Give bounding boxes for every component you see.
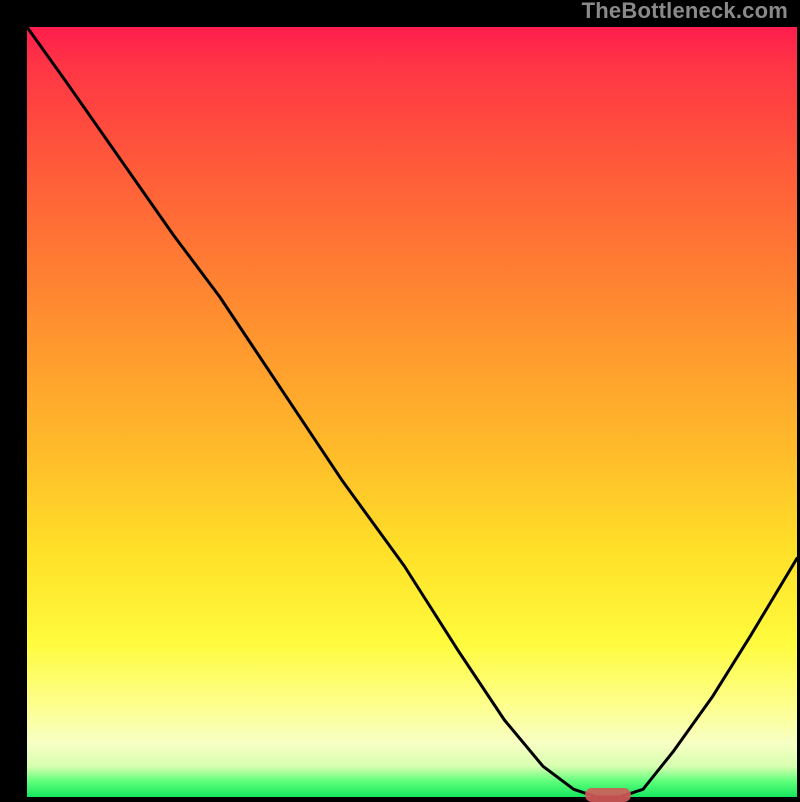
chart-frame (12, 12, 788, 788)
curve-path (27, 27, 797, 797)
bottleneck-curve (27, 27, 797, 797)
watermark-text: TheBottleneck.com (582, 0, 788, 24)
